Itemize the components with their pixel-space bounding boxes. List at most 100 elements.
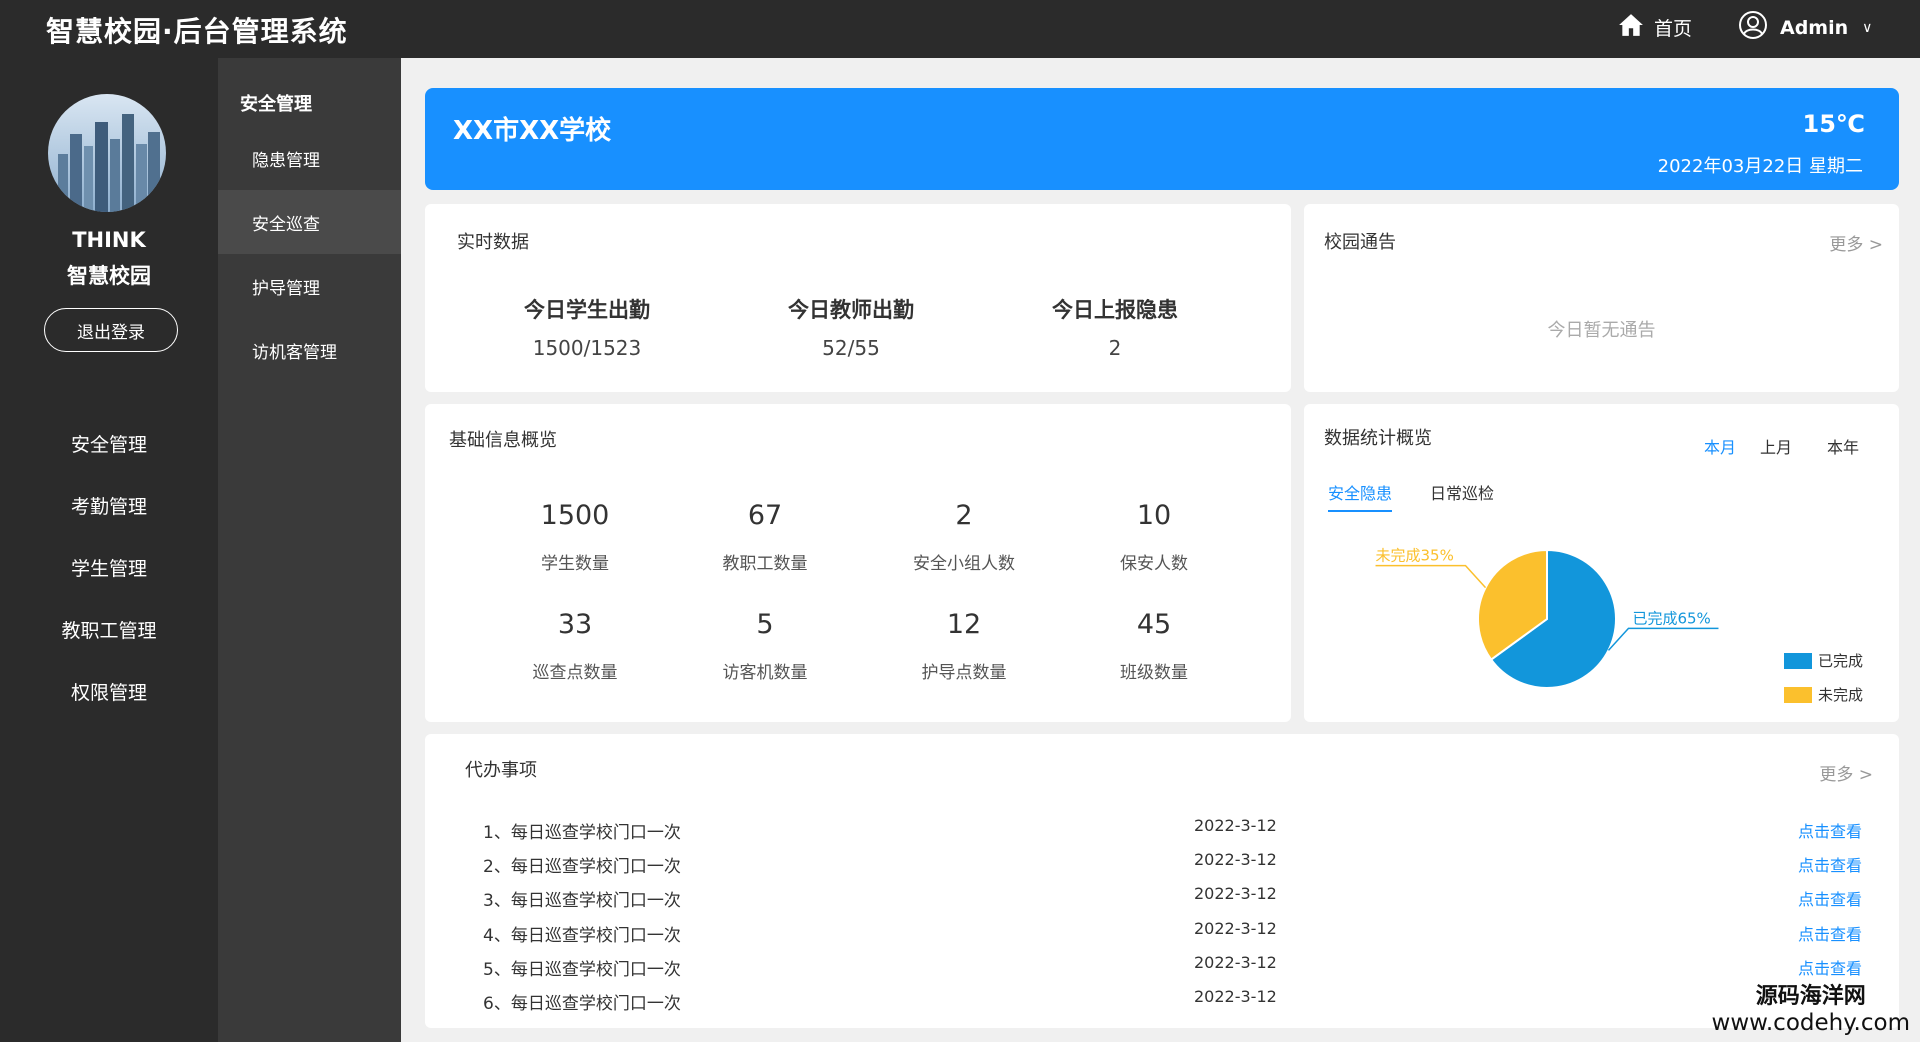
stat-teacher-attendance: 今日教师出勤 52/55	[731, 294, 971, 360]
todo-view-link[interactable]: 点击查看	[1798, 955, 1862, 979]
todo-row: 6、每日巡查学校门口一次 2022-3-12	[425, 983, 1899, 1017]
notice-empty-text: 今日暂无通告	[1547, 320, 1656, 341]
home-icon	[1618, 12, 1644, 43]
temperature: 15℃	[1802, 110, 1865, 138]
stat-label: 访客机数量	[722, 663, 808, 683]
todo-item-title: 2、每日巡查学校门口一次	[483, 857, 681, 877]
stat-student-attendance: 今日学生出勤 1500/1523	[467, 294, 707, 360]
todo-view-link[interactable]: 点击查看	[1798, 886, 1862, 910]
logout-button[interactable]: 退出登录	[44, 308, 178, 352]
watermark-title: 源码海洋网	[1755, 984, 1866, 1009]
realtime-card: 实时数据 今日学生出勤 1500/1523 今日教师出勤 52/55 今日上报隐…	[425, 204, 1291, 392]
notice-title: 校园通告	[1324, 232, 1396, 253]
todo-item-title: 6、每日巡查学校门口一次	[483, 994, 681, 1014]
avatar	[48, 94, 166, 212]
stat-label: 安全小组人数	[913, 554, 1015, 574]
current-date: 2022年03月22日 星期二	[1657, 156, 1863, 177]
home-link[interactable]: 首页	[1618, 12, 1692, 43]
todo-row: 4、每日巡查学校门口一次 2022-3-12 点击查看	[425, 915, 1899, 949]
stat-label: 保安人数	[1120, 554, 1188, 574]
stat-value: 5	[756, 609, 774, 640]
todo-item-date: 2022-3-12	[1194, 919, 1277, 938]
stat-guide-points: 12 护导点数量	[869, 609, 1059, 683]
legend-swatch-done	[1784, 652, 1812, 669]
legend-item-done: 已完成	[1784, 650, 1863, 671]
stat-staff: 67 教职工数量	[670, 500, 860, 574]
nav-item-safety[interactable]: 安全管理	[0, 430, 218, 457]
nav-item-permissions[interactable]: 权限管理	[0, 678, 218, 705]
subnav-item-guidance[interactable]: 护导管理	[218, 254, 401, 318]
subnav-item-visitors[interactable]: 访机客管理	[218, 318, 401, 382]
stat-value: 12	[946, 609, 982, 640]
nav-item-attendance[interactable]: 考勤管理	[0, 492, 218, 519]
profile-name: THINK	[72, 228, 146, 252]
chevron-down-icon: ∨	[1862, 19, 1873, 36]
stat-label: 巡查点数量	[532, 663, 618, 683]
stat-value: 52/55	[822, 336, 880, 360]
stat-guards: 10 保安人数	[1059, 500, 1249, 574]
watermark: 源码海洋网 www.codehy.com	[1712, 978, 1910, 1036]
stat-students: 1500 学生数量	[480, 500, 670, 574]
todo-row: 2、每日巡查学校门口一次 2022-3-12 点击查看	[425, 846, 1899, 880]
todo-item-title: 3、每日巡查学校门口一次	[483, 891, 681, 911]
todo-item-date: 2022-3-12	[1194, 953, 1277, 972]
legend-label: 未完成	[1818, 686, 1864, 704]
stat-label: 今日上报隐患	[1052, 298, 1178, 322]
todo-view-link[interactable]: 点击查看	[1798, 818, 1862, 842]
todo-item-date: 2022-3-12	[1194, 884, 1277, 903]
realtime-title: 实时数据	[457, 232, 529, 253]
pie-slice-label: 未完成35%	[1376, 547, 1454, 565]
user-name: Admin	[1780, 16, 1849, 39]
school-name: XX市XX学校	[453, 116, 612, 146]
todo-item-title: 5、每日巡查学校门口一次	[483, 960, 681, 980]
watermark-url: www.codehy.com	[1711, 1010, 1910, 1036]
stat-value: 45	[1136, 609, 1172, 640]
pie-chart: 已完成65% 未完成35%	[1375, 547, 1719, 689]
pie-leader-line	[1607, 627, 1719, 651]
stat-label: 教职工数量	[722, 554, 808, 574]
todo-item-date: 2022-3-12	[1194, 987, 1277, 1006]
stat-classes: 45 班级数量	[1059, 609, 1249, 683]
stat-hazards-reported: 今日上报隐患 2	[995, 294, 1235, 360]
stat-value: 67	[747, 500, 783, 531]
sub-sidebar: 安全管理 隐患管理 安全巡查 护导管理 访机客管理	[218, 58, 401, 1042]
stat-patrol-points: 33 巡查点数量	[480, 609, 670, 683]
user-menu[interactable]: Admin ∨	[1738, 10, 1872, 45]
legend-label: 已完成	[1818, 652, 1864, 670]
nav-item-students[interactable]: 学生管理	[0, 554, 218, 581]
basic-info-title: 基础信息概览	[449, 430, 557, 451]
stat-value: 2	[955, 500, 973, 531]
todo-view-link[interactable]: 点击查看	[1798, 852, 1862, 876]
stat-safety-team: 2 安全小组人数	[869, 500, 1059, 574]
todo-more-link[interactable]: 更多 >	[1819, 760, 1873, 785]
sub-sidebar-header: 安全管理	[240, 94, 312, 115]
todo-row: 5、每日巡查学校门口一次 2022-3-12 点击查看	[425, 949, 1899, 983]
todo-item-title: 4、每日巡查学校门口一次	[483, 926, 681, 946]
basic-info-card: 基础信息概览 1500 学生数量 67 教职工数量 2 安全小组人数 10 保安…	[425, 404, 1291, 722]
todo-title: 代办事项	[465, 760, 537, 781]
notice-card: 校园通告 更多 > 今日暂无通告	[1304, 204, 1899, 392]
stat-value: 10	[1136, 500, 1172, 531]
subnav-item-hazards[interactable]: 隐患管理	[218, 126, 401, 190]
pie-leader-line	[1375, 564, 1487, 589]
legend-swatch-undone	[1784, 686, 1812, 703]
todo-view-link[interactable]: 点击查看	[1798, 921, 1862, 945]
subnav-item-patrol[interactable]: 安全巡查	[218, 190, 401, 254]
stat-label: 护导点数量	[921, 663, 1007, 683]
top-bar: 智慧校园·后台管理系统 首页 Admin ∨	[0, 0, 1920, 58]
nav-item-staff[interactable]: 教职工管理	[0, 616, 218, 643]
stat-label: 今日学生出勤	[524, 298, 650, 322]
stat-visitor-machines: 5 访客机数量	[670, 609, 860, 683]
stat-value: 2	[1108, 336, 1122, 360]
stat-value: 1500	[540, 500, 610, 531]
todo-item-title: 1、每日巡查学校门口一次	[483, 823, 681, 843]
home-label: 首页	[1654, 18, 1693, 40]
todo-row: 1、每日巡查学校门口一次 2022-3-12 点击查看	[425, 812, 1899, 846]
stat-label: 今日教师出勤	[788, 298, 914, 322]
stat-value: 33	[557, 609, 593, 640]
sidebar: THINK 智慧校园 退出登录 安全管理 考勤管理 学生管理 教职工管理 权限管…	[0, 58, 218, 1042]
stat-value: 1500/1523	[532, 336, 642, 360]
stats-overview-card: 数据统计概览 本月 上月 本年 安全隐患 日常巡检 已完成65% 未完成35% 已…	[1304, 404, 1899, 722]
notice-more-link[interactable]: 更多 >	[1829, 230, 1883, 255]
stat-label: 学生数量	[541, 554, 609, 574]
